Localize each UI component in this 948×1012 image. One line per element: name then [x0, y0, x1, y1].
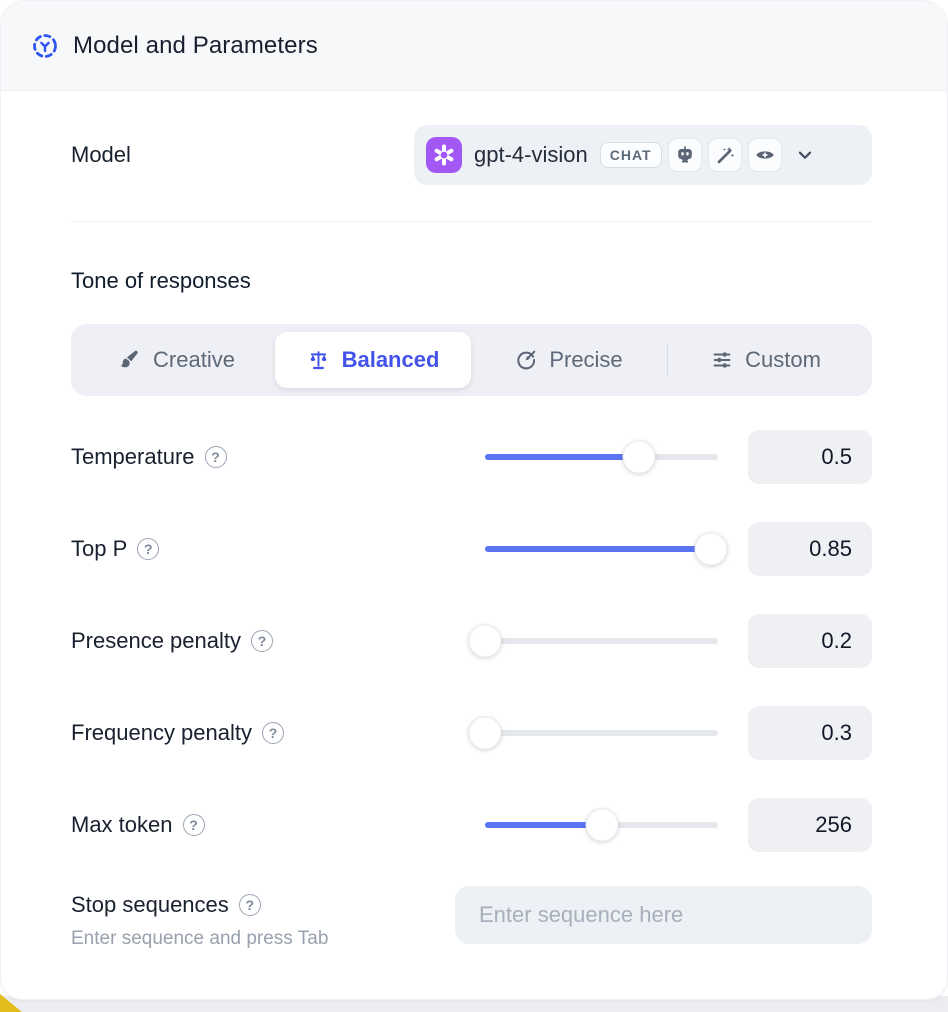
- temperature-row: Temperature ? 0.5: [71, 430, 872, 484]
- stop-sequences-input[interactable]: [455, 886, 872, 944]
- help-icon[interactable]: ?: [183, 814, 205, 836]
- top-p-value[interactable]: 0.85: [748, 522, 872, 576]
- tone-tab-group: Creative Balanced: [71, 324, 872, 396]
- slider-thumb[interactable]: [469, 717, 502, 750]
- balance-scale-icon: [307, 349, 330, 372]
- tone-heading: Tone of responses: [71, 268, 872, 294]
- openai-logo-icon: [426, 137, 462, 173]
- model-hub-icon: [31, 32, 59, 60]
- presence-penalty-value[interactable]: 0.2: [748, 614, 872, 668]
- tab-custom[interactable]: Custom: [668, 332, 864, 388]
- model-parameters-panel: Model and Parameters Model: [0, 0, 948, 1000]
- max-token-label: Max token: [71, 812, 173, 838]
- paintbrush-icon: [119, 349, 141, 371]
- temperature-value[interactable]: 0.5: [748, 430, 872, 484]
- help-icon[interactable]: ?: [251, 630, 273, 652]
- tab-precise[interactable]: Precise: [471, 332, 667, 388]
- help-icon[interactable]: ?: [239, 894, 261, 916]
- model-select[interactable]: gpt-4-vision CHAT: [414, 125, 872, 185]
- tab-balanced[interactable]: Balanced: [275, 332, 471, 388]
- slider-fill: [485, 546, 711, 552]
- stop-sequences-label: Stop sequences: [71, 892, 229, 918]
- sliders-icon: [711, 349, 733, 371]
- magic-wand-icon: [708, 138, 742, 172]
- selected-model-name: gpt-4-vision: [474, 142, 588, 168]
- frequency-penalty-slider[interactable]: [485, 716, 718, 750]
- tab-custom-label: Custom: [745, 347, 821, 373]
- temperature-label: Temperature: [71, 444, 195, 470]
- slider-thumb[interactable]: [585, 809, 618, 842]
- help-icon[interactable]: ?: [137, 538, 159, 560]
- help-icon[interactable]: ?: [262, 722, 284, 744]
- tab-creative[interactable]: Creative: [79, 332, 275, 388]
- slider-thumb[interactable]: [622, 441, 655, 474]
- top-p-label: Top P: [71, 536, 127, 562]
- chevron-down-icon: [794, 144, 816, 166]
- stop-sequences-row: Stop sequences ? Enter sequence and pres…: [71, 886, 872, 950]
- frequency-penalty-row: Frequency penalty ? 0.3: [71, 706, 872, 760]
- stop-sequences-helper: Enter sequence and press Tab: [71, 928, 455, 950]
- tab-balanced-label: Balanced: [342, 347, 440, 373]
- slider-thumb[interactable]: [695, 533, 728, 566]
- frequency-penalty-value[interactable]: 0.3: [748, 706, 872, 760]
- slider-track: [485, 730, 718, 736]
- section-divider: [71, 221, 872, 222]
- slider-fill: [485, 454, 639, 460]
- presence-penalty-slider[interactable]: [485, 624, 718, 658]
- panel-header: Model and Parameters: [1, 1, 947, 91]
- top-p-row: Top P ? 0.85: [71, 522, 872, 576]
- max-token-slider[interactable]: [485, 808, 718, 842]
- presence-penalty-row: Presence penalty ? 0.2: [71, 614, 872, 668]
- slider-track: [485, 638, 718, 644]
- panel-title: Model and Parameters: [73, 32, 318, 60]
- tab-creative-label: Creative: [153, 347, 235, 373]
- model-type-badge: CHAT: [600, 142, 662, 168]
- max-token-row: Max token ? 256: [71, 798, 872, 852]
- tab-precise-label: Precise: [549, 347, 622, 373]
- model-row: Model: [71, 125, 872, 185]
- slider-thumb[interactable]: [469, 625, 502, 658]
- frequency-penalty-label: Frequency penalty: [71, 720, 252, 746]
- temperature-slider[interactable]: [485, 440, 718, 474]
- robot-icon: [668, 138, 702, 172]
- top-p-slider[interactable]: [485, 532, 718, 566]
- help-icon[interactable]: ?: [205, 446, 227, 468]
- model-label: Model: [71, 142, 131, 168]
- parameter-list: Temperature ? 0.5 Top P ?: [71, 430, 872, 950]
- vision-eye-icon: [748, 138, 782, 172]
- max-token-value[interactable]: 256: [748, 798, 872, 852]
- target-arrow-icon: [515, 349, 537, 371]
- presence-penalty-label: Presence penalty: [71, 628, 241, 654]
